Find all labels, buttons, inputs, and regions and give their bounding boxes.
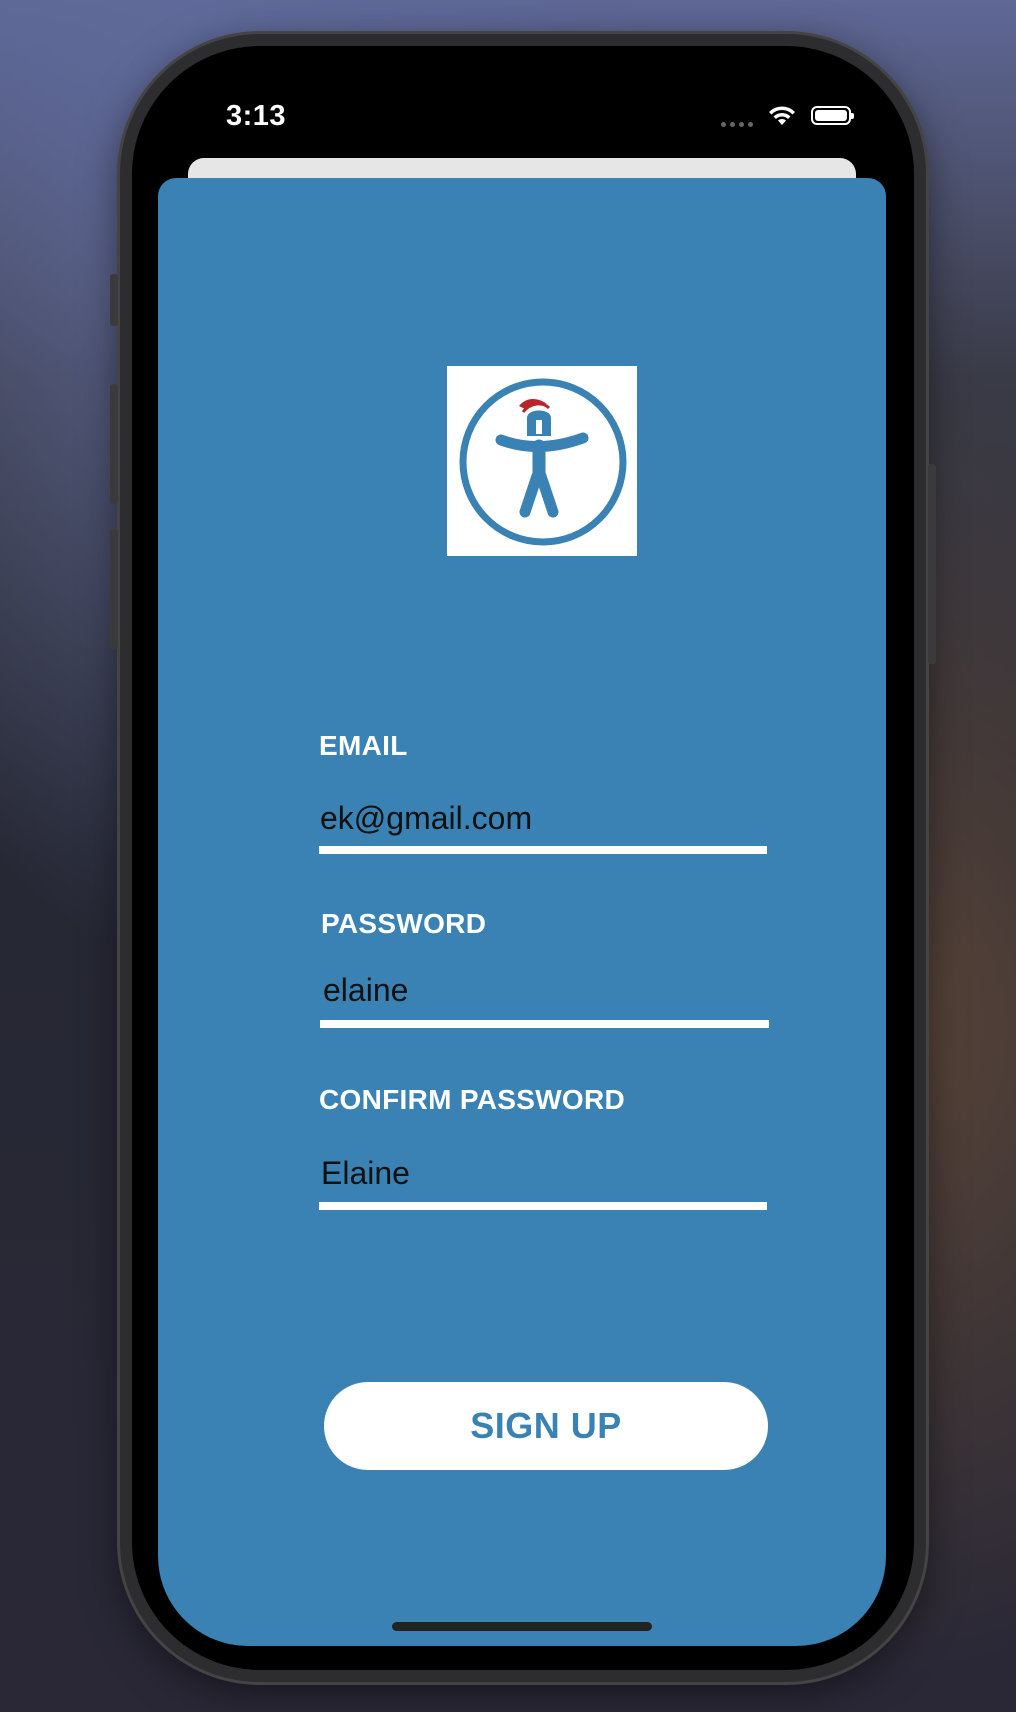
- signup-sheet: EMAIL PASSWORD CONFIRM PASSWORD SIGN UP: [158, 178, 886, 1646]
- status-time: 3:13: [226, 100, 287, 132]
- accessibility-figure-with-helmet-icon: [459, 378, 627, 546]
- email-field[interactable]: [320, 798, 760, 838]
- status-icons: [721, 104, 854, 127]
- volume-up-button: [110, 384, 118, 504]
- password-underline: [320, 1020, 769, 1028]
- power-button: [928, 464, 936, 664]
- confirm-password-underline: [319, 1202, 767, 1210]
- battery-fill: [815, 110, 847, 121]
- wifi-icon: [769, 105, 795, 125]
- email-underline: [319, 846, 767, 854]
- password-field[interactable]: [323, 970, 763, 1010]
- confirm-password-label: CONFIRM PASSWORD: [319, 1084, 626, 1115]
- cellular-signal-icon: [721, 104, 753, 127]
- confirm-password-field[interactable]: [321, 1153, 761, 1193]
- app-logo: [447, 366, 637, 556]
- password-label: PASSWORD: [321, 908, 487, 939]
- volume-down-button: [110, 529, 118, 649]
- sign-up-button[interactable]: SIGN UP: [324, 1382, 768, 1470]
- battery-icon: [811, 106, 854, 125]
- home-indicator: [392, 1622, 652, 1631]
- action-button: [110, 274, 118, 326]
- email-label: EMAIL: [319, 730, 408, 761]
